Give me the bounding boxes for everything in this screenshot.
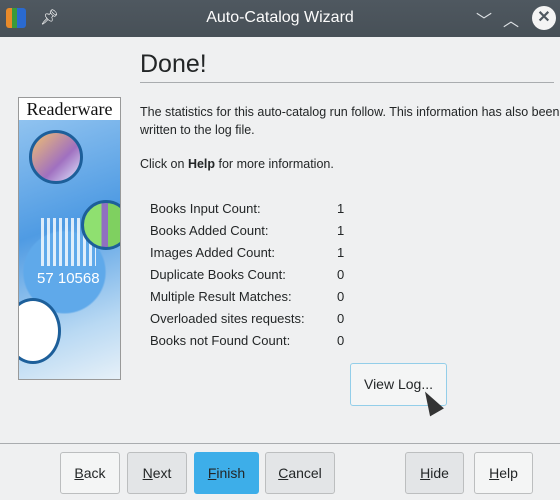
mnemonic: H — [489, 465, 500, 481]
stat-value: 0 — [337, 311, 345, 326]
button-label: ack — [83, 465, 106, 481]
stat-label: Books Added Count: — [150, 223, 269, 238]
hide-button[interactable]: Hide — [405, 452, 464, 494]
stat-label: Duplicate Books Count: — [150, 267, 286, 282]
help-hint-prefix: Click on — [140, 157, 188, 171]
help-hint: Click on Help for more information. — [140, 155, 560, 173]
stat-value: 1 — [337, 201, 345, 216]
button-label: elp — [499, 465, 518, 481]
footer-divider — [0, 443, 560, 444]
button-label: ext — [152, 465, 172, 481]
heading-divider — [140, 82, 554, 83]
finish-button[interactable]: Finish — [194, 452, 259, 494]
stat-value: 0 — [337, 289, 345, 304]
book-icon — [29, 130, 83, 184]
stat-label: Images Added Count: — [150, 245, 276, 260]
banner-logo: Readerware — [19, 98, 120, 120]
stat-value: 1 — [337, 245, 345, 260]
button-label: inish — [216, 465, 246, 481]
stat-value: 1 — [337, 223, 345, 238]
help-hint-bold: Help — [187, 157, 216, 171]
stat-value: 0 — [337, 267, 345, 282]
readerware-banner-image: Readerware 57 10568 — [18, 97, 121, 380]
help-button[interactable]: Help — [474, 452, 533, 494]
mnemonic: H — [420, 465, 431, 481]
stat-value: 0 — [337, 333, 345, 348]
help-hint-suffix: for more information. — [215, 157, 334, 171]
close-icon[interactable]: ✕ — [532, 6, 556, 30]
back-button[interactable]: Back — [60, 452, 120, 494]
minimize-icon[interactable]: ﹀ — [476, 7, 492, 31]
maximize-icon[interactable]: ︿ — [503, 7, 519, 31]
button-label: ancel — [288, 465, 322, 481]
stat-label: Multiple Result Matches: — [150, 289, 292, 304]
mnemonic: B — [74, 465, 84, 481]
stat-label: Overloaded sites requests: — [150, 311, 305, 326]
mnemonic: N — [142, 465, 153, 481]
mnemonic: C — [278, 465, 289, 481]
cancel-button[interactable]: Cancel — [265, 452, 335, 494]
book-icon — [19, 298, 61, 364]
intro-text: The statistics for this auto-catalog run… — [140, 105, 560, 137]
barcode-number: 57 10568 — [37, 270, 100, 287]
button-label: ide — [430, 465, 449, 481]
title-bar: 📌︎ Auto-Catalog Wizard ﹀ ︿ ✕ — [0, 0, 560, 37]
page-title: Done! — [140, 50, 207, 78]
stat-label: Books not Found Count: — [150, 333, 291, 348]
stat-label: Books Input Count: — [150, 201, 261, 216]
next-button[interactable]: Next — [127, 452, 187, 494]
